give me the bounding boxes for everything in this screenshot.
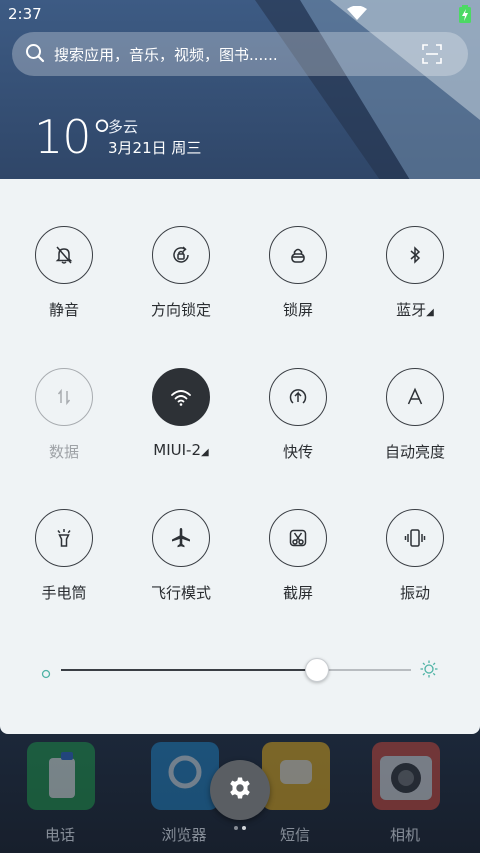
toggle-label: 手电筒 [41,584,87,602]
battery-charging-icon [459,5,471,27]
dock-app-label: 相机 [389,826,420,844]
weather-date: 3月21日 周三 [108,139,202,157]
dock-app-label: 浏览器 [161,826,207,844]
vibrate-icon [386,509,444,567]
toggle-quick-transfer[interactable]: 快传 [238,368,358,488]
toggle-label: 蓝牙◢ [396,301,434,319]
submenu-triangle-icon: ◢ [426,307,434,318]
toggle-wifi[interactable]: MIUI-2◢ [121,368,241,488]
auto-brightness-icon [386,368,444,426]
status-time: 2:37 [8,5,42,23]
airplane-icon [152,509,210,567]
rotation-lock-icon [152,226,210,284]
toggle-auto-brightness[interactable]: 自动亮度 [355,368,475,488]
bluetooth-icon [386,226,444,284]
toggle-label: 截屏 [282,584,313,602]
page-dot-active [242,826,246,830]
toggle-label: 飞行模式 [150,584,211,602]
brightness-low-icon [41,664,51,683]
toggle-screenshot[interactable]: 截屏 [238,509,358,629]
toggle-mobile-data[interactable]: 数据 [4,368,124,488]
scan-icon[interactable] [422,44,442,68]
toggle-label: 方向锁定 [150,301,211,319]
toggle-label: 锁屏 [282,301,313,319]
mobile-data-icon [35,368,93,426]
toggle-label: 快传 [282,443,313,461]
toggle-lock-screen[interactable]: 锁屏 [238,226,358,346]
screenshot-icon [269,509,327,567]
flashlight-icon [35,509,93,567]
dock-app-phone[interactable]: 电话 [0,742,120,853]
wifi-signal-icon [347,5,367,24]
messages-app-icon [262,742,330,810]
toggle-vibrate[interactable]: 振动 [355,509,475,629]
toggle-label: 自动亮度 [384,443,445,461]
search-bar[interactable]: 搜索应用，音乐，视频，图书...... [12,32,468,76]
page-indicator [230,826,250,834]
page-dot [234,826,238,830]
brightness-slider[interactable] [61,658,411,682]
dock-app-label: 短信 [279,826,310,844]
toggle-bluetooth[interactable]: 蓝牙◢ [355,226,475,346]
brightness-high-icon [420,660,438,682]
settings-button[interactable] [210,760,270,820]
lock-icon [269,226,327,284]
quick-settings-panel: 静音 方向锁定 锁屏 蓝牙◢ 数据 MIUI-2◢ 快传 自动亮度 手电筒 飞行… [0,179,480,734]
phone-app-icon [27,742,95,810]
brightness-slider-thumb[interactable] [304,658,329,682]
quick-transfer-icon [269,368,327,426]
dock-app-label: 电话 [44,826,75,844]
dock-app-camera[interactable]: 相机 [345,742,465,853]
toggle-label: 振动 [399,584,430,602]
brightness-slider-fill [61,669,317,671]
gear-icon [228,776,252,804]
toggle-silent[interactable]: 静音 [4,226,124,346]
search-icon [25,43,45,67]
search-placeholder: 搜索应用，音乐，视频，图书...... [54,46,278,64]
wifi-icon [152,368,210,426]
weather-condition: 多云 [108,118,139,136]
camera-app-icon [372,742,440,810]
toggle-label: MIUI-2◢ [153,441,209,459]
toggle-rotation-lock[interactable]: 方向锁定 [121,226,241,346]
weather-temperature: 10° [34,110,114,164]
status-bar: 2:37 [0,0,480,28]
bell-off-icon [35,226,93,284]
browser-app-icon [151,742,219,810]
toggle-flashlight[interactable]: 手电筒 [4,509,124,629]
toggle-label: 静音 [48,301,79,319]
toggle-label: 数据 [48,443,79,461]
submenu-triangle-icon: ◢ [201,447,209,458]
toggle-airplane-mode[interactable]: 飞行模式 [121,509,241,629]
